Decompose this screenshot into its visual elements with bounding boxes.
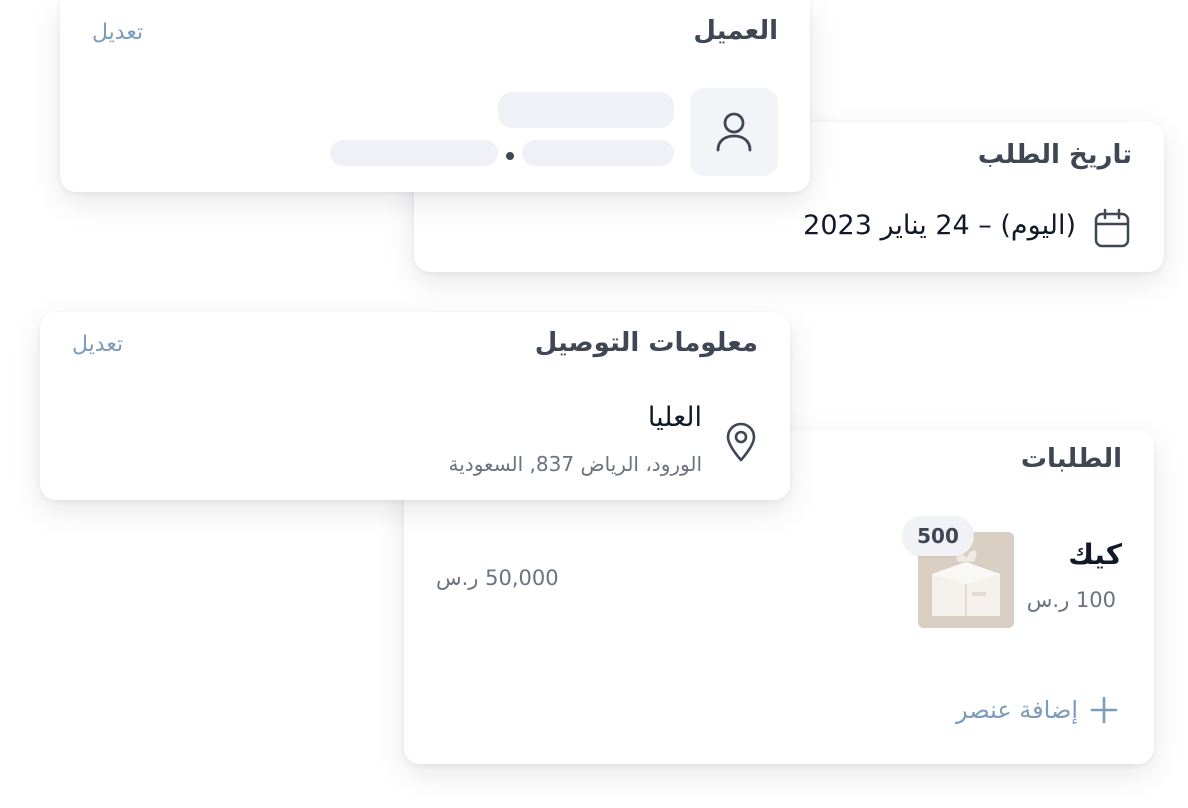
customer-title: العميل — [693, 16, 778, 46]
add-item-label: إضافة عنصر — [956, 696, 1078, 724]
delivery-title: معلومات التوصيل — [534, 328, 758, 358]
order-date-title: تاريخ الطلب — [977, 140, 1132, 170]
customer-name-placeholder — [498, 92, 674, 128]
order-date-value[interactable]: (اليوم) – 24 يناير 2023 — [803, 210, 1076, 241]
customer-email-placeholder — [330, 140, 498, 166]
customer-card: العميل تعديل — [60, 0, 810, 192]
order-total: 50,000 ر.س — [436, 566, 559, 590]
add-item-button[interactable]: إضافة عنصر — [956, 696, 1118, 724]
delivery-address: الورود، الرياض 837, السعودية — [448, 452, 702, 476]
orders-title: الطلبات — [1020, 444, 1122, 474]
delivery-card: معلومات التوصيل تعديل العليا الورود، الر… — [40, 312, 790, 500]
item-price: 100 ر.س — [1026, 588, 1116, 612]
calendar-icon — [1094, 208, 1130, 248]
avatar — [690, 88, 778, 176]
map-pin-icon — [726, 422, 756, 462]
delivery-place: العليا — [647, 402, 702, 433]
user-icon — [716, 112, 752, 152]
customer-edit-link[interactable]: تعديل — [92, 20, 143, 45]
customer-phone-placeholder — [522, 140, 674, 166]
item-quantity-badge: 500 — [902, 516, 974, 556]
separator-dot — [506, 152, 514, 160]
item-name: كيك — [1068, 538, 1122, 571]
plus-icon — [1090, 696, 1118, 724]
delivery-edit-link[interactable]: تعديل — [72, 332, 123, 357]
